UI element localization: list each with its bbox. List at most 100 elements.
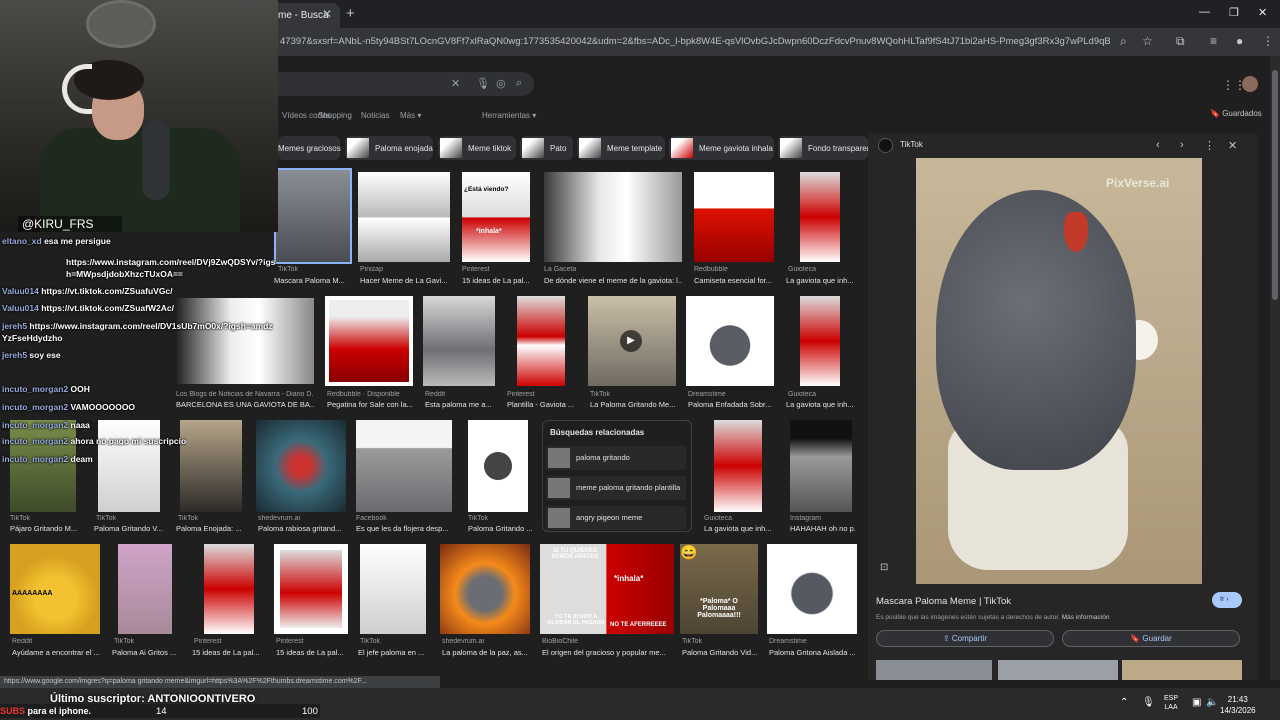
prev-image-icon[interactable]: ‹ <box>1156 139 1160 151</box>
image-result[interactable] <box>204 544 254 634</box>
preview-source[interactable]: TikTok <box>900 140 923 149</box>
image-result[interactable] <box>10 544 100 634</box>
clear-search-icon[interactable]: ✕ <box>451 77 460 90</box>
result-title[interactable]: De dónde viene el meme de la gaviota: l.… <box>544 276 682 285</box>
avatar[interactable] <box>1242 76 1258 92</box>
result-title[interactable]: Camiseta esencial for... <box>694 276 774 285</box>
result-title[interactable]: La Paloma Gritando Me... <box>590 400 676 409</box>
image-result[interactable] <box>356 420 452 512</box>
new-tab-icon[interactable]: + <box>346 5 355 22</box>
chip-meme-tiktok[interactable]: Meme tiktok <box>438 136 516 160</box>
visit-button[interactable]: Ir › <box>1212 592 1242 608</box>
result-title[interactable]: Ayúdame a encontrar el ... <box>12 648 102 657</box>
image-result[interactable] <box>360 544 426 634</box>
image-result[interactable] <box>274 544 348 634</box>
language-indicator[interactable]: ESP LAA <box>1164 694 1178 712</box>
close-panel-icon[interactable]: ✕ <box>1228 139 1237 152</box>
lens-search-icon[interactable]: ⊡ <box>880 562 888 573</box>
image-result[interactable] <box>800 172 840 262</box>
result-title[interactable]: Paloma rabiosa gritand... <box>258 524 348 533</box>
zoom-icon[interactable]: ⌕ <box>1120 34 1127 49</box>
bookmark-star-icon[interactable]: ☆ <box>1142 34 1153 48</box>
image-result[interactable] <box>118 544 172 634</box>
result-title[interactable]: 15 ideas de La pal... <box>276 648 348 657</box>
restore-icon[interactable]: ❐ <box>1229 6 1239 19</box>
result-title[interactable]: 15 ideas de La pal... <box>462 276 534 285</box>
related-image[interactable] <box>998 660 1118 680</box>
extensions-icon[interactable]: ⧉ <box>1176 34 1185 49</box>
preview-title[interactable]: Mascara Paloma Meme | TikTok <box>876 596 1011 607</box>
image-result[interactable] <box>790 420 852 512</box>
menu-icon[interactable]: ⋮ <box>1262 34 1274 48</box>
image-result[interactable] <box>767 544 857 634</box>
image-result[interactable] <box>10 420 76 512</box>
image-result[interactable] <box>517 296 565 386</box>
url-text[interactable]: 47397&sxsrf=ANbL-n5ty94BSt7LOcnGV8Ff7xlR… <box>280 36 1110 47</box>
image-result[interactable] <box>440 544 530 634</box>
result-title[interactable]: Mascara Paloma M... <box>274 276 348 285</box>
image-result[interactable] <box>180 420 242 512</box>
close-tab-icon[interactable]: ✕ <box>322 7 332 21</box>
image-result[interactable] <box>800 296 840 386</box>
result-title[interactable]: Paloma Enfadada Sobr... <box>688 400 774 409</box>
image-result[interactable] <box>686 296 774 386</box>
tab-mas[interactable]: Más ▾ <box>400 111 421 120</box>
next-image-icon[interactable]: › <box>1180 139 1184 151</box>
result-title[interactable]: Paloma Gritando ... <box>468 524 538 533</box>
more-options-icon[interactable]: ⋮ <box>1204 139 1215 152</box>
minimize-icon[interactable]: — <box>1199 6 1210 18</box>
microphone-icon[interactable]: 🎙 <box>1142 697 1155 708</box>
image-result[interactable] <box>694 172 774 262</box>
result-title[interactable]: HAHAHAH oh no p... <box>790 524 856 533</box>
related-image[interactable] <box>876 660 992 680</box>
tab-noticias[interactable]: Noticias <box>361 111 389 120</box>
search-icon[interactable]: ⌕ <box>516 77 522 90</box>
system-clock[interactable]: 21:43 14/3/2026 <box>1220 694 1256 716</box>
result-title[interactable]: El origen del gracioso y popular me... <box>542 648 676 657</box>
media-icon[interactable]: ≡ <box>1210 34 1217 48</box>
chip-memes-graciosos[interactable]: Memes graciosos <box>278 136 341 160</box>
chip-paloma-enojada[interactable]: Paloma enojada <box>345 136 433 160</box>
result-title[interactable]: Pegatina for Sale con la... <box>327 400 415 409</box>
chip-meme-gaviota-inhala[interactable]: Meme gaviota inhala <box>669 136 774 160</box>
tab-shopping[interactable]: Shopping <box>318 111 352 120</box>
profile-icon[interactable]: ● <box>1236 34 1243 48</box>
result-title[interactable]: El jefe paloma en ... <box>358 648 430 657</box>
window-close-icon[interactable]: ✕ <box>1258 6 1267 19</box>
result-title[interactable]: Paloma Ai Gritos ... <box>112 648 184 657</box>
result-title[interactable]: Paloma Gritando V... <box>94 524 170 533</box>
related-image[interactable] <box>1122 660 1242 680</box>
image-result[interactable] <box>714 420 762 512</box>
related-search-item[interactable]: angry pigeon meme <box>546 506 686 530</box>
image-result[interactable] <box>423 296 495 386</box>
related-search-item[interactable]: paloma gritando <box>546 446 686 470</box>
saved-link[interactable]: 🔖 Guardados <box>1210 109 1262 118</box>
image-result[interactable] <box>256 420 346 512</box>
result-title[interactable]: Paloma Gritona Aislada ... <box>769 648 857 657</box>
save-button[interactable]: 🔖 Guardar <box>1062 630 1240 647</box>
network-icon[interactable]: ▣ <box>1192 697 1201 708</box>
related-search-item[interactable]: meme paloma gritando plantilla <box>546 476 686 500</box>
tray-chevron-icon[interactable]: ⌃ <box>1120 697 1128 708</box>
lens-icon[interactable]: ◎ <box>496 77 506 90</box>
image-result[interactable] <box>98 420 160 512</box>
result-title[interactable]: La gaviota que inh... <box>704 524 774 533</box>
voice-search-icon[interactable]: 🎙 <box>476 77 490 90</box>
chip-pato[interactable]: Pato <box>520 136 573 160</box>
result-title[interactable]: BARCELONA ES UNA GAVIOTA DE BA... <box>176 400 314 409</box>
result-title[interactable]: Pájaro Gritando M... <box>10 524 86 533</box>
result-title[interactable]: Es que les da flojera desp... <box>356 524 452 533</box>
tab-herramientas[interactable]: Herramientas ▾ <box>482 111 536 120</box>
chip-fondo-transparente[interactable]: Fondo transparente <box>778 136 868 160</box>
result-title[interactable]: Hacer Meme de La Gavi... <box>360 276 452 285</box>
chip-meme-template[interactable]: Meme template <box>577 136 665 160</box>
image-result[interactable] <box>468 420 528 512</box>
result-title[interactable]: La gaviota que inh... <box>786 276 856 285</box>
result-title[interactable]: La paloma de la paz, as... <box>442 648 532 657</box>
result-title[interactable]: Paloma Gritando Vid... <box>682 648 758 657</box>
scrollbar-thumb[interactable] <box>1272 70 1278 300</box>
volume-icon[interactable]: 🔈 <box>1206 697 1218 708</box>
more-info-link[interactable]: Más información <box>1062 614 1110 621</box>
result-title[interactable]: Paloma Enojada: ... <box>176 524 248 533</box>
result-title[interactable]: La gaviota que inh... <box>786 400 856 409</box>
